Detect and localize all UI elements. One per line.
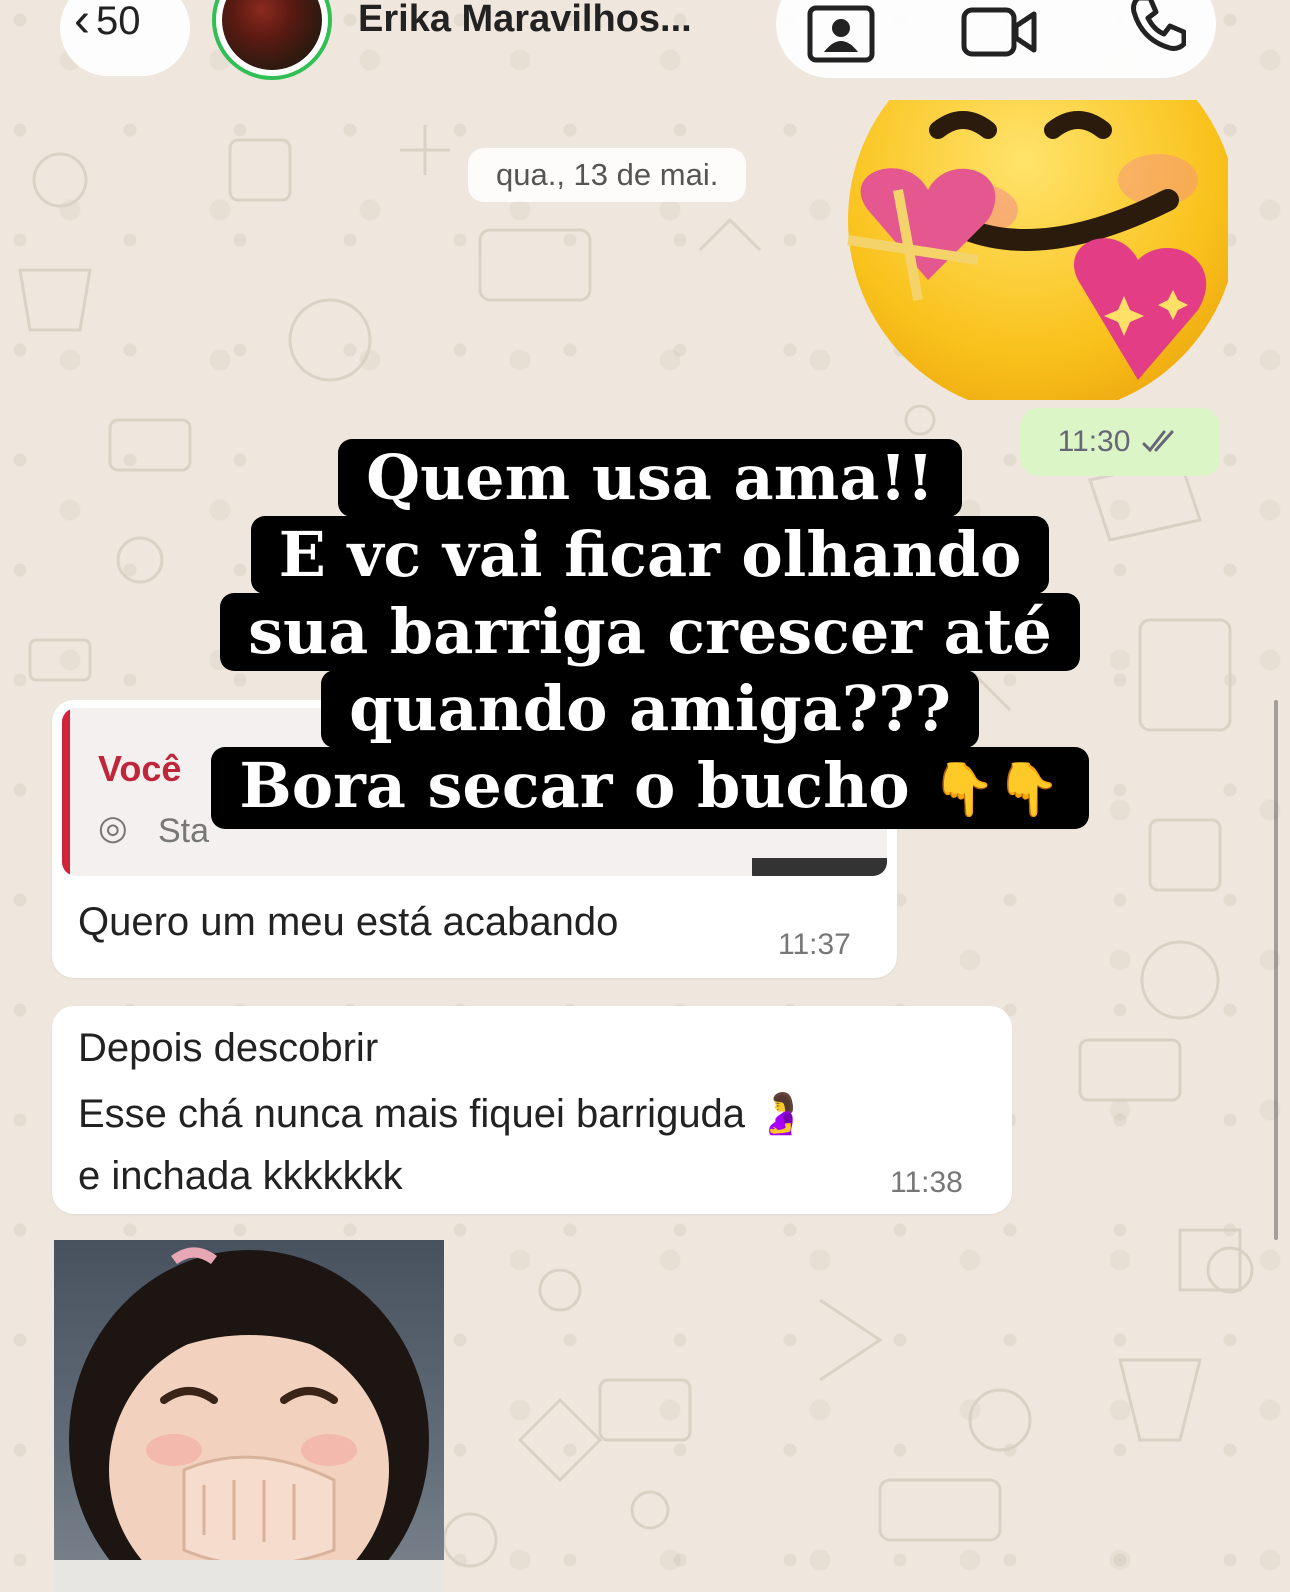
quote-accent-bar xyxy=(62,708,70,876)
sticker-smiling-face-with-hearts-icon[interactable] xyxy=(828,100,1228,400)
caption-line: Quem usa ama!! xyxy=(338,439,962,517)
date-separator: qua., 13 de mai. xyxy=(468,148,747,202)
avatar xyxy=(222,0,322,70)
back-button[interactable]: ‹ 50 xyxy=(60,0,190,76)
quoted-thumbnail xyxy=(752,858,887,876)
message-text: Quero um meu está acabando xyxy=(78,900,619,944)
incoming-message[interactable]: Depois descobrir Esse chá nunca mais fiq… xyxy=(52,1006,1012,1214)
caption-text: Bora secar o bucho xyxy=(239,749,910,822)
message-line: e inchada kkkkkkk xyxy=(78,1154,403,1198)
unread-count: 50 xyxy=(95,0,141,43)
message-time: 11:38 xyxy=(890,1166,963,1199)
scrollbar[interactable] xyxy=(1274,700,1278,1240)
caption-line-final: Bora secar o bucho 👇👇 xyxy=(211,747,1089,829)
message-time: 11:37 xyxy=(778,928,851,961)
pointing-down-emoji: 👇👇 xyxy=(931,760,1061,820)
video-call-icon[interactable] xyxy=(960,4,1040,60)
double-check-icon xyxy=(1142,430,1174,453)
contact-name[interactable]: Erika Maravilhos... xyxy=(358,0,692,41)
header-actions xyxy=(776,0,1216,78)
message-line: Esse chá nunca mais fiquei barriguda 🤰 xyxy=(78,1092,806,1136)
status-icon: ◎ xyxy=(98,809,128,847)
caption-line: sua barriga crescer até xyxy=(220,593,1080,671)
quoted-author: Você xyxy=(98,748,182,789)
phone-icon[interactable] xyxy=(1126,0,1186,52)
story-caption-overlay: Quem usa ama!! E vc vai ficar olhando su… xyxy=(200,439,1100,829)
image-message[interactable] xyxy=(54,1240,444,1592)
contact-card-icon[interactable] xyxy=(806,4,876,64)
message-line: Depois descobrir xyxy=(78,1026,379,1070)
laughing-child-photo xyxy=(54,1247,444,1592)
chevron-left-icon: ‹ xyxy=(74,0,90,47)
caption-line: E vc vai ficar olhando xyxy=(250,516,1050,594)
caption-line: quando amiga??? xyxy=(321,670,979,748)
